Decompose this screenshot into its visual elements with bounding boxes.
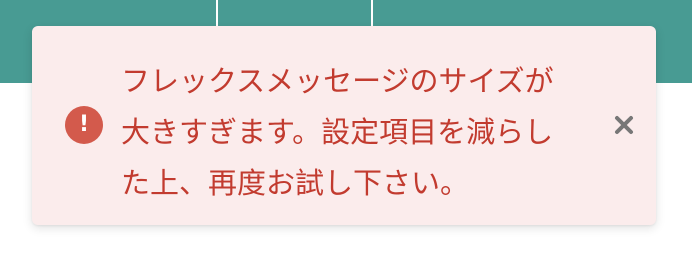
error-toast: ! フレックスメッセージのサイズが 大きすぎます。設定項目を減らし た上、再度お… xyxy=(32,26,656,225)
close-icon xyxy=(615,116,633,134)
alert-circle-icon: ! xyxy=(65,106,103,144)
error-message: フレックスメッセージのサイズが 大きすぎます。設定項目を減らし た上、再度お試し… xyxy=(121,64,554,200)
close-button[interactable] xyxy=(607,108,641,142)
